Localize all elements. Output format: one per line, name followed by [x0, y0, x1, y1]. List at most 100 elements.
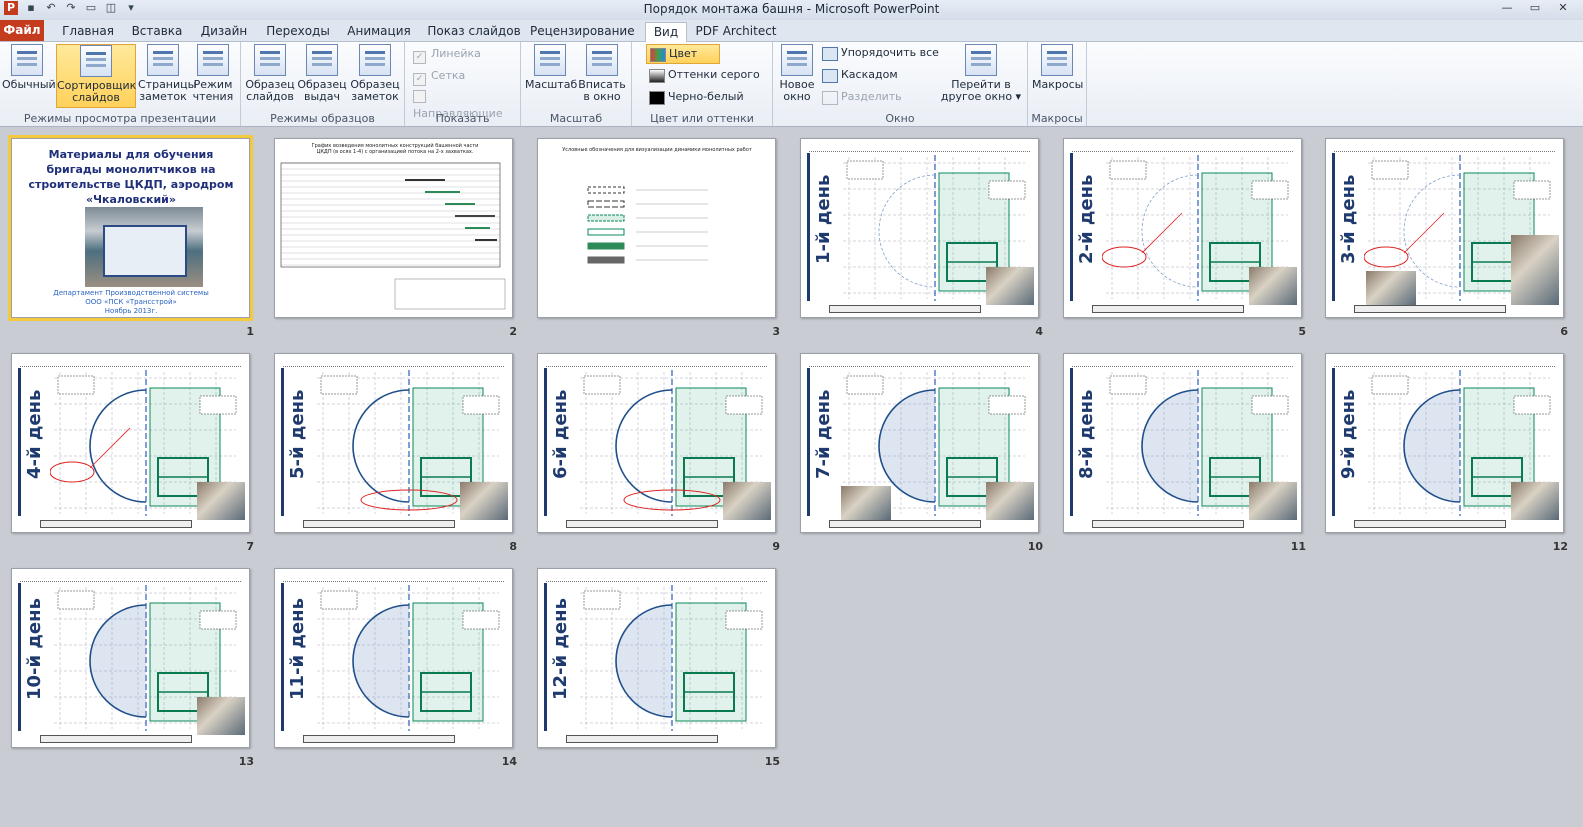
slide-number: 13	[238, 755, 254, 768]
slide-thumbnail[interactable]: 11-й день	[274, 568, 513, 748]
slide-thumbnail[interactable]: 3-й день	[1325, 138, 1564, 318]
slide-footer-line: Ноябрь 2013г.	[104, 307, 158, 315]
tab-view[interactable]: Вид	[645, 22, 687, 43]
tower-outline	[1141, 174, 1199, 288]
note-box	[462, 395, 500, 415]
slide-thumbnail[interactable]: 4-й день	[11, 353, 250, 533]
slide-sorter-button[interactable]: Сортировщик слайдов	[56, 44, 136, 108]
close-icon[interactable]: ✕	[1549, 0, 1577, 16]
tab-design[interactable]: Дизайн	[196, 22, 252, 41]
site-photo	[460, 482, 508, 520]
tab-insert[interactable]: Вставка	[128, 22, 186, 41]
tower-outline	[615, 389, 673, 503]
switch-windows-icon	[965, 44, 997, 76]
grayscale-swatch-icon	[649, 69, 665, 83]
slide-master-button[interactable]: Образец слайдов	[245, 44, 295, 103]
split-button[interactable]: Разделить	[819, 88, 957, 106]
arrange-all-button[interactable]: Упорядочить все	[819, 44, 957, 62]
slide-header-note	[809, 356, 1030, 367]
note-box	[846, 375, 884, 395]
group-label: Показать	[435, 112, 490, 125]
note-box	[1371, 375, 1409, 395]
tab-file[interactable]: Файл	[0, 20, 44, 41]
slide-header-note	[20, 571, 241, 582]
slide-thumbnail[interactable]: Материалы для обучения бригады монолитчик…	[8, 135, 253, 321]
slide-header-note	[20, 356, 241, 367]
slide-thumbnail[interactable]: 10-й день	[11, 568, 250, 748]
slide-thumbnail[interactable]: 6-й день	[537, 353, 776, 533]
day-marker-line	[1332, 368, 1335, 516]
gridlines-checkbox[interactable]: ✓ Сетка	[413, 68, 465, 86]
normal-view-button[interactable]: Обычный	[2, 44, 56, 91]
tab-animations[interactable]: Анимация	[342, 22, 416, 41]
note-box	[320, 590, 358, 610]
ruler-checkbox[interactable]: ✓ Линейка	[413, 46, 481, 64]
tower-outline	[89, 604, 147, 718]
slide-thumbnail[interactable]: 9-й день	[1325, 353, 1564, 533]
note-box	[1109, 160, 1147, 180]
slide-footer-bar	[829, 520, 981, 528]
handout-master-button[interactable]: Образец выдач	[297, 44, 347, 103]
guides-checkbox[interactable]: Направляющие	[413, 90, 520, 120]
macros-button[interactable]: Макросы	[1032, 44, 1083, 91]
slide-header-note	[809, 141, 1030, 152]
ribbon-tabs: Файл Главная Вставка Дизайн Переходы Ани…	[0, 20, 1583, 43]
notes-page-icon	[147, 44, 179, 76]
switch-windows-button[interactable]: Перейти в другое окно ▾	[939, 44, 1023, 103]
slide-number: 12	[1552, 540, 1568, 553]
slide-thumbnail[interactable]: 7-й день	[800, 353, 1039, 533]
slide-header-note	[283, 571, 504, 582]
site-photo	[986, 482, 1034, 520]
minimize-icon[interactable]: —	[1493, 0, 1521, 16]
tab-slide-show[interactable]: Показ слайдов	[426, 22, 522, 41]
black-white-button[interactable]: Черно-белый	[646, 88, 786, 106]
slide-thumbnail[interactable]: График возведения монолитных конструкций…	[274, 138, 513, 318]
slide-thumbnail[interactable]: 5-й день	[274, 353, 513, 533]
day-label: 3-й день	[1338, 174, 1359, 264]
tab-transitions[interactable]: Переходы	[262, 22, 334, 41]
slide-header-note	[1072, 141, 1293, 152]
note-box	[1371, 160, 1409, 180]
black-white-swatch-icon	[649, 91, 665, 105]
note-box	[1251, 395, 1289, 415]
legend-table	[394, 278, 506, 310]
group-label: Макросы	[1031, 112, 1083, 125]
reading-view-button[interactable]: Режим чтения	[190, 44, 236, 103]
note-box	[1513, 180, 1551, 200]
cascade-button[interactable]: Каскадом	[819, 66, 957, 84]
grayscale-button[interactable]: Оттенки серого	[646, 66, 786, 84]
slide-header-note	[1334, 356, 1555, 367]
color-button[interactable]: Цвет	[646, 44, 720, 64]
slide-number: 11	[1290, 540, 1306, 553]
slide-number: 10	[1027, 540, 1043, 553]
site-photo	[197, 482, 245, 520]
slide-thumbnail[interactable]: 8-й день	[1063, 353, 1302, 533]
new-window-button[interactable]: Новое окно	[775, 44, 819, 103]
slide-number: 1	[246, 325, 254, 338]
day-label: 10-й день	[24, 598, 45, 700]
legend-swatch	[587, 228, 625, 236]
group-show: ✓ Линейка ✓ Сетка Направляющие Показать	[405, 42, 521, 126]
notes-page-button[interactable]: Страницы заметок	[138, 44, 196, 103]
maximize-icon[interactable]: ▭	[1521, 0, 1549, 16]
notes-master-button[interactable]: Образец заметок	[349, 44, 401, 103]
new-window-icon	[781, 44, 813, 76]
slide-thumbnail[interactable]: Условные обозначения для визуализации ди…	[537, 138, 776, 318]
handout-master-icon	[306, 44, 338, 76]
day-marker-line	[281, 368, 284, 516]
tab-home[interactable]: Главная	[58, 22, 118, 41]
slide-thumbnail[interactable]: 12-й день	[537, 568, 776, 748]
slide-header-note	[1334, 141, 1555, 152]
note-box	[988, 180, 1026, 200]
day-label: 11-й день	[287, 598, 308, 700]
fit-to-window-button[interactable]: Вписать в окно	[577, 44, 627, 103]
tab-pdf-architect[interactable]: PDF Architect	[694, 22, 778, 41]
note-box	[1109, 375, 1147, 395]
tab-review[interactable]: Рецензирование	[530, 22, 635, 41]
site-photo	[1366, 271, 1416, 305]
note-box	[462, 610, 500, 630]
slide-header-note	[283, 356, 504, 367]
slide-thumbnail[interactable]: 1-й день	[800, 138, 1039, 318]
slide-thumbnail[interactable]: 2-й день	[1063, 138, 1302, 318]
zoom-button[interactable]: Масштаб	[525, 44, 577, 91]
